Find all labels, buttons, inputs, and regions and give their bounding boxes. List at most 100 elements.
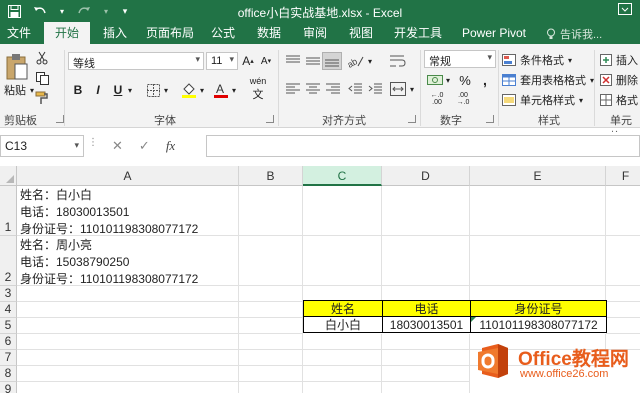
cell-f1[interactable] <box>606 186 640 236</box>
insert-function-button[interactable]: fx <box>166 138 175 154</box>
align-middle-icon[interactable] <box>304 54 322 68</box>
row-header-8[interactable]: 8 <box>0 366 17 382</box>
column-header-b[interactable]: B <box>239 166 303 186</box>
cell-b2[interactable] <box>239 236 303 286</box>
align-center-icon[interactable] <box>304 82 322 96</box>
row-header-7[interactable]: 7 <box>0 350 17 366</box>
tab-formulas[interactable]: 公式 <box>206 22 240 44</box>
accounting-format-icon[interactable] <box>426 72 444 88</box>
tab-power-pivot[interactable]: Power Pivot <box>456 22 532 44</box>
cancel-icon[interactable]: ✕ <box>112 138 123 154</box>
row-header-9[interactable]: 9 <box>0 382 17 393</box>
row-header-3[interactable]: 3 <box>0 286 17 302</box>
column-header-a[interactable]: A <box>17 166 239 186</box>
alignment-launcher-icon[interactable] <box>408 115 416 123</box>
cut-icon[interactable] <box>34 50 50 66</box>
increase-font-icon[interactable]: A ▴ <box>240 53 256 69</box>
clipboard-launcher-icon[interactable] <box>56 115 64 123</box>
cell-a9[interactable] <box>17 382 239 393</box>
cell-c9[interactable] <box>303 382 382 393</box>
align-top-icon[interactable] <box>284 54 302 68</box>
orientation-icon[interactable]: ab <box>344 52 366 70</box>
enter-icon[interactable]: ✓ <box>139 138 150 154</box>
cell-d1[interactable] <box>382 186 470 236</box>
cell-b1[interactable] <box>239 186 303 236</box>
chevron-down-icon[interactable]: ▾ <box>408 82 416 96</box>
cell-a6[interactable] <box>17 334 239 350</box>
cell-a8[interactable] <box>17 366 239 382</box>
paste-button[interactable]: 粘贴 ▾ <box>4 82 34 98</box>
font-name-dropdown[interactable]: 等线 ▾ <box>68 52 204 70</box>
cell-b8[interactable] <box>239 366 303 382</box>
column-header-d[interactable]: D <box>382 166 470 186</box>
cell-b9[interactable] <box>239 382 303 393</box>
fill-color-icon[interactable] <box>180 80 198 100</box>
cell-c7[interactable] <box>303 350 382 366</box>
italic-button[interactable]: I <box>90 82 106 98</box>
cell-f5[interactable] <box>606 318 640 334</box>
cell-styles-button[interactable]: 单元格样式 ▾ <box>502 92 583 108</box>
decrease-decimal-icon[interactable]: .00 →.0 <box>452 92 474 106</box>
copy-icon[interactable] <box>34 70 50 86</box>
chevron-down-icon[interactable]: ▾ <box>444 72 452 88</box>
tab-insert[interactable]: 插入 <box>98 22 132 44</box>
cell-b5[interactable] <box>239 318 303 334</box>
cell-f2[interactable] <box>606 236 640 286</box>
increase-indent-icon[interactable] <box>366 82 384 96</box>
format-painter-icon[interactable] <box>34 90 50 106</box>
cell-e4-header[interactable]: 身份证号 <box>470 300 607 317</box>
font-color-icon[interactable]: A <box>212 80 230 100</box>
cell-c4-header[interactable]: 姓名 <box>303 300 383 317</box>
chevron-down-icon[interactable]: ▾ <box>230 82 238 98</box>
row-header-5[interactable]: 5 <box>0 318 17 334</box>
format-cells-button[interactable]: 格式 <box>600 92 638 108</box>
tab-developer[interactable]: 开发工具 <box>390 22 446 44</box>
cell-b4[interactable] <box>239 302 303 318</box>
cell-d7[interactable] <box>382 350 470 366</box>
align-left-icon[interactable] <box>284 82 302 96</box>
cell-c2[interactable] <box>303 236 382 286</box>
formula-input[interactable] <box>206 135 640 157</box>
ribbon-display-options-icon[interactable] <box>618 3 634 19</box>
cell-f4[interactable] <box>606 302 640 318</box>
cell-c6[interactable] <box>303 334 382 350</box>
formula-bar-splitter-icon[interactable]: ⋮ <box>88 138 98 153</box>
cell-d5[interactable]: 18030013501 <box>382 316 471 333</box>
cell-e5[interactable]: 110101198308077172 <box>470 316 607 333</box>
row-header-4[interactable]: 4 <box>0 302 17 318</box>
number-format-dropdown[interactable]: 常规 ▾ <box>424 50 496 68</box>
insert-cells-button[interactable]: 插入 <box>600 52 638 68</box>
cell-c1[interactable] <box>303 186 382 236</box>
conditional-formatting-button[interactable]: 条件格式 ▾ <box>502 52 572 68</box>
paste-icon[interactable] <box>4 52 30 82</box>
cell-b3[interactable] <box>239 286 303 302</box>
border-icon[interactable] <box>144 82 162 98</box>
cell-c5[interactable]: 白小白 <box>303 316 383 333</box>
chevron-down-icon[interactable]: ▾ <box>162 82 170 98</box>
column-header-f[interactable]: F <box>606 166 640 186</box>
wrap-text-icon[interactable] <box>388 52 408 70</box>
cell-a7[interactable] <box>17 350 239 366</box>
decrease-font-icon[interactable]: A ▾ <box>258 53 274 69</box>
align-bottom-icon[interactable] <box>322 52 342 70</box>
cell-e1[interactable] <box>470 186 606 236</box>
underline-button[interactable]: U <box>110 82 126 98</box>
cell-a5[interactable] <box>17 318 239 334</box>
decrease-indent-icon[interactable] <box>346 82 364 96</box>
percent-icon[interactable]: % <box>456 72 474 88</box>
cell-d8[interactable] <box>382 366 470 382</box>
tell-me-box[interactable]: 告诉我... <box>546 26 602 42</box>
cell-b7[interactable] <box>239 350 303 366</box>
comma-style-icon[interactable]: , <box>476 72 494 88</box>
row-header-6[interactable]: 6 <box>0 334 17 350</box>
phonetic-icon[interactable]: wén 文 <box>246 76 270 101</box>
cell-d4-header[interactable]: 电话 <box>382 300 471 317</box>
format-as-table-button[interactable]: 套用表格格式 ▾ <box>502 72 594 88</box>
tab-review[interactable]: 审阅 <box>298 22 332 44</box>
cell-a4[interactable] <box>17 302 239 318</box>
bold-button[interactable]: B <box>70 82 86 98</box>
column-header-c[interactable]: C <box>303 166 382 186</box>
merge-center-icon[interactable] <box>388 80 408 98</box>
cell-f3[interactable] <box>606 286 640 302</box>
cell-a3[interactable] <box>17 286 239 302</box>
